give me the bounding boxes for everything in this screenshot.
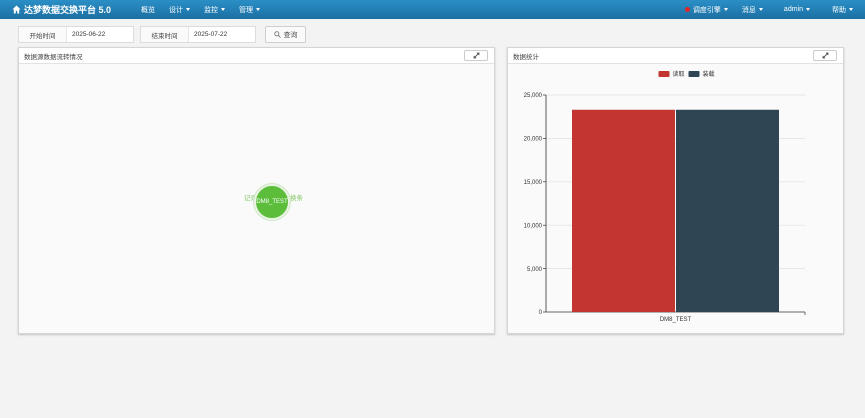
caret-down-icon xyxy=(221,8,226,11)
start-time-field: 开始时间 2025-06-22 xyxy=(18,26,134,43)
nav-right: 调度引擎 消息 admin 帮助 xyxy=(684,0,865,19)
caret-down-icon xyxy=(256,8,261,11)
y-tick-label: 10,000 xyxy=(524,223,543,229)
stats-panel: 数据统计 0 5,000 10,000 15,000 20,000 25,000 DM8_T… xyxy=(507,47,844,334)
y-tick-label: 20,000 xyxy=(524,137,543,143)
legend-label: 读取 xyxy=(673,70,685,78)
legend-swatch[interactable] xyxy=(688,71,700,77)
end-time-label: 结束时间 xyxy=(141,27,189,42)
brand[interactable]: 达梦数据交换平台 5.0 xyxy=(12,3,111,16)
menu-monitor-label: 监控 xyxy=(204,6,219,14)
search-bar: 开始时间 2025-06-22 结束时间 2025-07-22 查询 xyxy=(18,26,306,43)
end-time-field: 结束时间 2025-07-22 xyxy=(140,26,256,43)
caret-down-icon xyxy=(723,8,728,11)
flow-expand-button[interactable] xyxy=(464,50,488,61)
y-tick-label: 5,000 xyxy=(527,267,543,273)
flow-panel: 数据源数据流转情况 记录 换条 DM8_TEST xyxy=(18,47,495,334)
menu-engine-label: 调度引擎 xyxy=(692,6,721,14)
datasource-node[interactable]: DM8_TEST xyxy=(254,184,290,220)
caret-down-icon xyxy=(186,8,191,11)
menu-user-label: admin xyxy=(783,6,803,13)
end-time-input[interactable]: 2025-07-22 xyxy=(189,27,255,42)
stats-panel-title: 数据统计 xyxy=(513,53,539,61)
expand-icon xyxy=(473,52,479,59)
bar-读取[interactable] xyxy=(572,109,675,312)
menu-help[interactable]: 帮助 xyxy=(832,5,853,15)
y-tick-label: 15,000 xyxy=(524,180,543,186)
menu-engine[interactable]: 调度引擎 xyxy=(684,5,728,15)
y-tick-label: 0 xyxy=(539,310,543,316)
start-time-label: 开始时间 xyxy=(19,27,67,42)
top-navbar: 达梦数据交换平台 5.0 概览 设计 监控 管理 调度引擎 消息 admin 帮… xyxy=(0,0,865,19)
engine-status-icon xyxy=(684,7,690,12)
menu-overview[interactable]: 概览 xyxy=(141,5,155,15)
menu-monitor[interactable]: 监控 xyxy=(204,5,226,15)
brand-title: 达梦数据交换平台 5.0 xyxy=(24,5,112,15)
stats-expand-button[interactable] xyxy=(813,50,837,61)
menu-manage-label: 管理 xyxy=(239,6,254,14)
caret-down-icon xyxy=(806,8,810,11)
flow-panel-title: 数据源数据流转情况 xyxy=(24,53,83,61)
stats-panel-header: 数据统计 xyxy=(508,48,843,64)
legend-label: 装载 xyxy=(703,70,715,78)
menu-design-label: 设计 xyxy=(169,6,184,14)
start-time-input[interactable]: 2025-06-22 xyxy=(67,27,133,42)
bar-装载[interactable] xyxy=(676,109,779,312)
menu-manage[interactable]: 管理 xyxy=(239,5,261,15)
menu-messages-label: 消息 xyxy=(741,6,756,14)
menu-help-label: 帮助 xyxy=(832,6,846,14)
node-side-label-right: 换条 xyxy=(290,195,303,202)
menu-design[interactable]: 设计 xyxy=(169,5,191,15)
menu-messages[interactable]: 消息 xyxy=(742,5,763,15)
main-menu: 概览 设计 监控 管理 xyxy=(141,5,274,15)
caret-down-icon xyxy=(849,8,853,11)
bar-chart: 0 5,000 10,000 15,000 20,000 25,000 DM8_TEST 读取… xyxy=(524,70,806,323)
node-wrapper: DM8_TEST xyxy=(254,184,290,220)
datasource-node-label: DM8_TEST xyxy=(256,199,288,205)
y-tick-label: 25,000 xyxy=(524,93,543,99)
x-tick-label: DM8_TEST xyxy=(660,317,692,323)
query-button[interactable]: 查询 xyxy=(265,26,306,43)
menu-overview-label: 概览 xyxy=(141,6,156,14)
menu-user[interactable]: admin xyxy=(784,6,810,13)
query-button-label: 查询 xyxy=(283,31,298,39)
search-icon xyxy=(273,31,281,38)
legend-swatch[interactable] xyxy=(658,71,670,77)
expand-icon xyxy=(822,52,828,59)
caret-down-icon xyxy=(758,8,763,11)
home-icon xyxy=(12,5,21,14)
flow-panel-header: 数据源数据流转情况 xyxy=(19,48,494,64)
